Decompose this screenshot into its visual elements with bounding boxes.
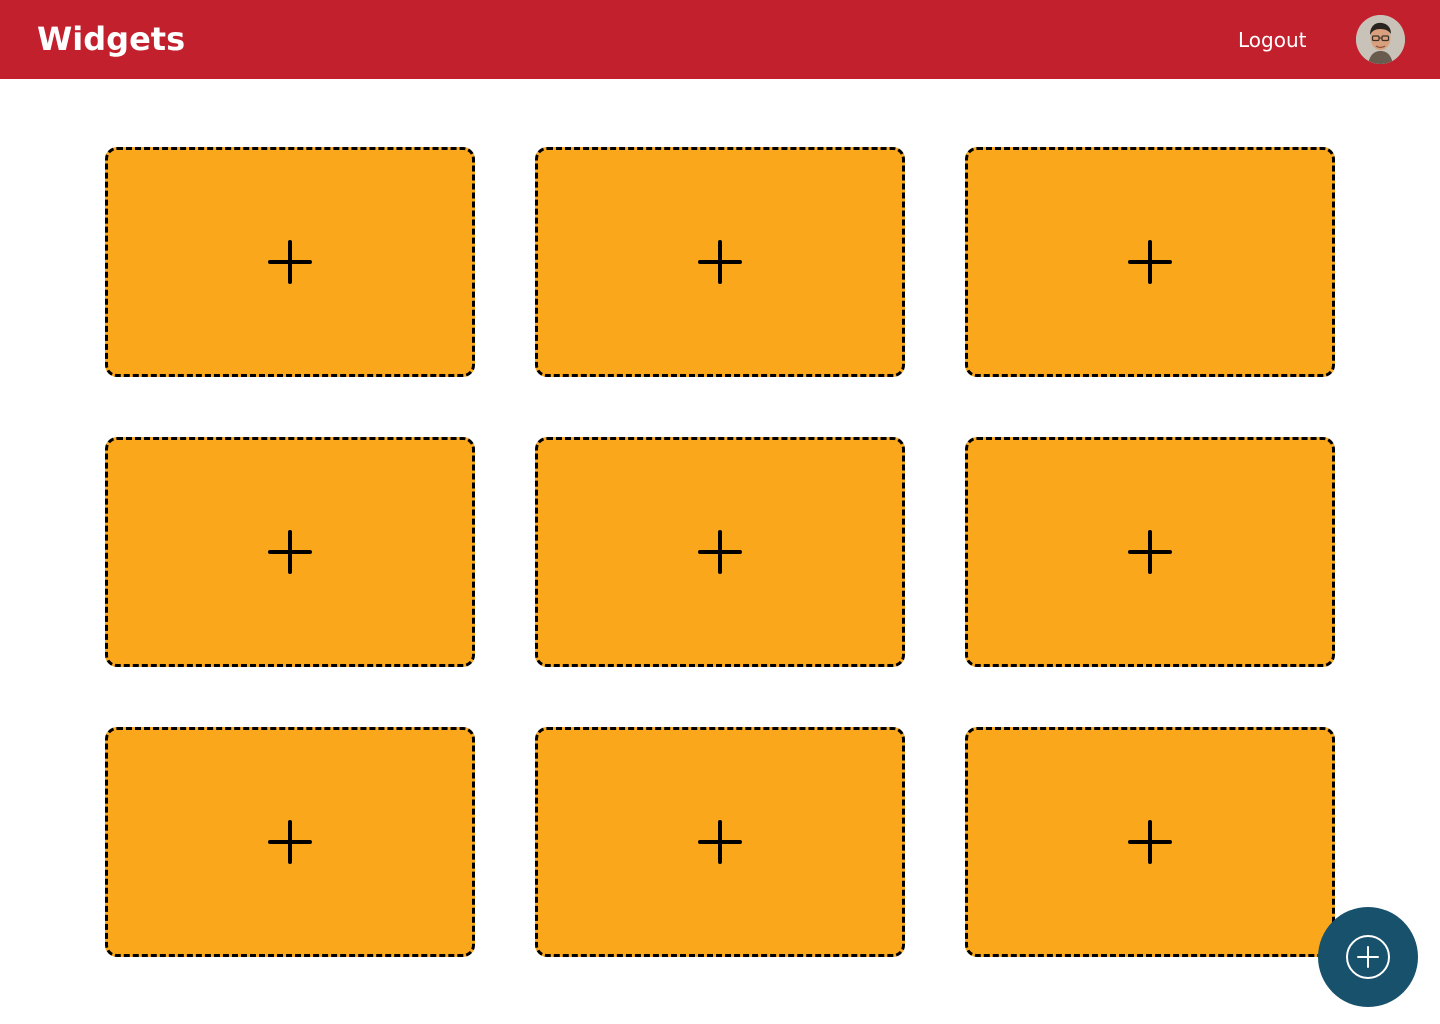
- plus-icon: [698, 240, 742, 284]
- widget-card[interactable]: [105, 727, 475, 957]
- plus-icon: [268, 530, 312, 574]
- plus-icon: [698, 530, 742, 574]
- plus-icon: [698, 820, 742, 864]
- plus-icon: [1128, 530, 1172, 574]
- plus-circle-icon: [1346, 935, 1390, 979]
- top-header: Widgets Logout: [0, 0, 1440, 79]
- plus-icon: [268, 240, 312, 284]
- logout-button[interactable]: Logout: [1238, 27, 1306, 53]
- widget-card[interactable]: [965, 437, 1335, 667]
- widget-card[interactable]: [965, 727, 1335, 957]
- widget-card[interactable]: [535, 147, 905, 377]
- widget-card[interactable]: [535, 437, 905, 667]
- user-avatar-icon: [1356, 15, 1405, 64]
- widget-card[interactable]: [965, 147, 1335, 377]
- widget-grid: [105, 147, 1335, 957]
- plus-icon: [1128, 240, 1172, 284]
- widget-card[interactable]: [105, 437, 475, 667]
- avatar[interactable]: [1356, 15, 1405, 64]
- add-widget-fab-button[interactable]: [1318, 907, 1418, 1007]
- widget-card[interactable]: [535, 727, 905, 957]
- plus-icon: [1128, 820, 1172, 864]
- plus-icon: [268, 820, 312, 864]
- page-title: Widgets: [37, 20, 186, 58]
- widget-card[interactable]: [105, 147, 475, 377]
